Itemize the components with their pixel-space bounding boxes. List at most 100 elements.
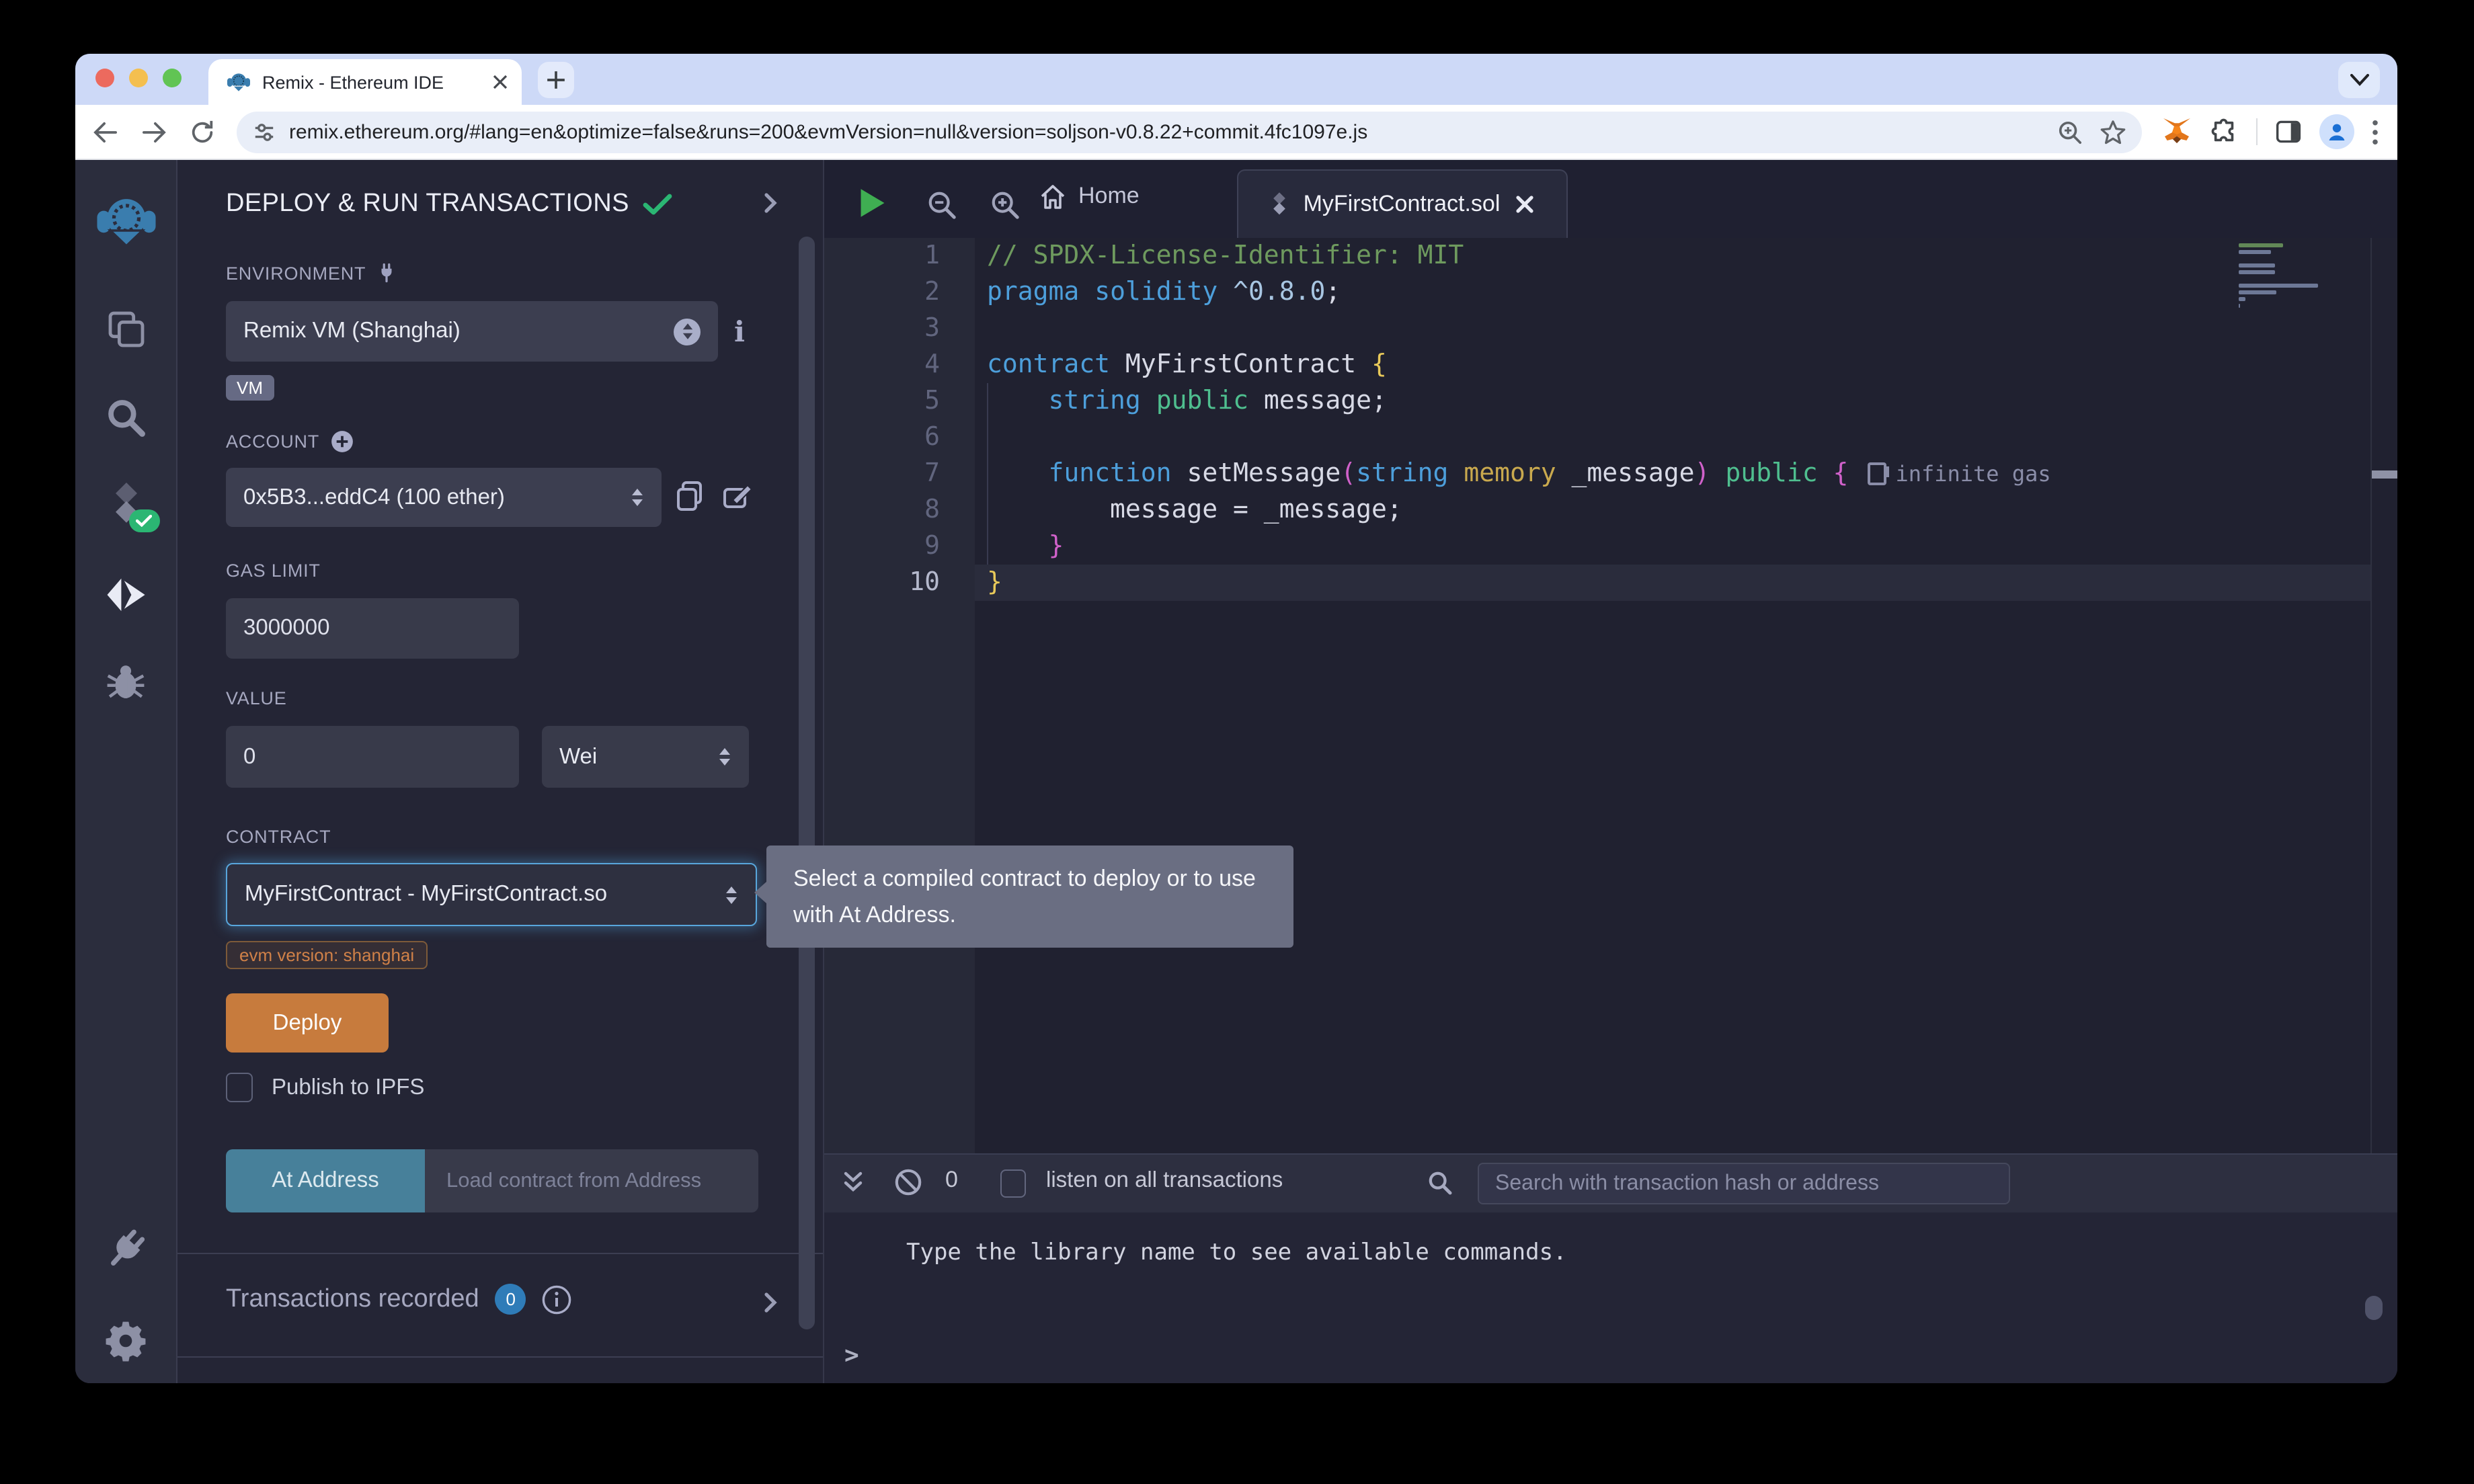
code-editor[interactable]: 1// SPDX-License-Identifier: MIT2pragma … (824, 238, 2397, 1153)
solidity-file-icon (1271, 192, 1289, 216)
deploy-and-run-icon[interactable] (95, 563, 157, 625)
terminal-message: Type the library name to see available c… (906, 1239, 1567, 1266)
deploy-button[interactable]: Deploy (226, 993, 389, 1053)
publish-ipfs-checkbox[interactable] (226, 1073, 253, 1102)
gas-limit-input[interactable] (226, 598, 519, 659)
address-bar[interactable]: remix.ethereum.org/#lang=en&optimize=fal… (237, 111, 2142, 153)
tab-home[interactable]: Home (1039, 183, 1140, 210)
code-text: // SPDX-License-Identifier: MIT (975, 238, 2370, 274)
close-window-button[interactable] (95, 69, 114, 87)
code-text: contract MyFirstContract { (975, 347, 2370, 383)
settings-gear-icon[interactable] (95, 1309, 157, 1371)
publish-row: Publish to IPFS (226, 1073, 424, 1102)
line-number: 6 (824, 419, 975, 456)
code-line[interactable]: 1// SPDX-License-Identifier: MIT (824, 238, 2370, 274)
code-text: string public message; (975, 383, 2370, 419)
zoom-window-button[interactable] (163, 69, 182, 87)
url-text: remix.ethereum.org/#lang=en&optimize=fal… (289, 120, 2046, 143)
close-tab-icon[interactable] (492, 74, 508, 90)
run-script-button[interactable] (858, 187, 887, 219)
line-number: 5 (824, 383, 975, 419)
close-tab-icon[interactable] (1515, 195, 1533, 214)
side-panel-icon[interactable] (2275, 118, 2302, 145)
code-line[interactable]: 9 } (824, 528, 2370, 565)
environment-info-icon[interactable]: i (734, 315, 745, 348)
code-text: } (975, 528, 2370, 565)
debugger-icon[interactable] (95, 651, 157, 712)
info-icon[interactable] (543, 1284, 572, 1314)
terminal-scrollbar[interactable] (2365, 1296, 2383, 1320)
site-settings-icon[interactable] (253, 120, 276, 143)
panel-divider (177, 1356, 823, 1358)
transactions-expand-chevron[interactable] (764, 1292, 777, 1313)
value-unit-select[interactable]: Wei (542, 726, 749, 788)
editor-scrollbar-marker[interactable] (2372, 470, 2397, 479)
value-input[interactable] (226, 726, 519, 788)
metamask-icon[interactable] (2161, 117, 2193, 147)
terminal-search-input[interactable] (1478, 1163, 2010, 1204)
transactions-recorded-label: Transactions recorded (226, 1284, 479, 1314)
zoom-out-icon[interactable] (926, 190, 957, 220)
profile-avatar[interactable] (2319, 114, 2354, 149)
gas-pump-icon (1867, 462, 1886, 485)
tab-search-button[interactable] (2338, 62, 2380, 98)
code-line[interactable]: 5 string public message; (824, 383, 2370, 419)
minimize-window-button[interactable] (129, 69, 148, 87)
zoom-in-icon[interactable] (990, 190, 1021, 220)
terminal-output[interactable]: Type the library name to see available c… (824, 1212, 2397, 1383)
code-line[interactable]: 4contract MyFirstContract { (824, 347, 2370, 383)
collapse-panel-chevron[interactable] (764, 192, 777, 214)
code-line[interactable]: 8 message = _message; (824, 492, 2370, 528)
contract-label: CONTRACT (226, 827, 331, 847)
solidity-compiler-icon[interactable] (95, 473, 157, 535)
at-address-input[interactable] (425, 1149, 758, 1212)
copy-account-icon[interactable] (675, 480, 705, 512)
search-icon[interactable] (95, 386, 157, 448)
tab-myfirstcontract[interactable]: MyFirstContract.sol (1237, 169, 1568, 238)
edit-account-icon[interactable] (722, 481, 754, 512)
browser-tab[interactable]: Remix - Ethereum IDE (208, 59, 522, 105)
add-account-icon[interactable] (330, 430, 353, 453)
editor-tab-bar: Home MyFirstContract.sol (824, 160, 2397, 238)
code-line[interactable]: 6 (824, 419, 2370, 456)
bookmark-star-icon[interactable] (2100, 119, 2126, 145)
plugin-manager-icon[interactable] (95, 1218, 157, 1280)
contract-select[interactable]: MyFirstContract - MyFirstContract.so (226, 863, 757, 926)
line-number: 1 (824, 238, 975, 274)
reload-button[interactable] (186, 116, 218, 148)
evm-version-badge: evm version: shanghai (226, 941, 428, 969)
panel-scrollbar[interactable] (799, 237, 815, 1329)
code-line[interactable]: 3 (824, 311, 2370, 347)
code-line[interactable]: 2pragma solidity ^0.8.0; (824, 274, 2370, 311)
line-number: 10 (824, 565, 975, 601)
forward-button[interactable] (137, 116, 169, 148)
at-address-button[interactable]: At Address (226, 1149, 425, 1212)
browser-menu-icon[interactable] (2372, 119, 2379, 145)
back-button[interactable] (89, 116, 121, 148)
terminal-toolbar: 0 listen on all transactions (824, 1155, 2397, 1212)
environment-label: ENVIRONMENT (226, 262, 397, 284)
code-lines: 1// SPDX-License-Identifier: MIT2pragma … (824, 238, 2370, 601)
extension-icons (2142, 114, 2397, 149)
extensions-puzzle-icon[interactable] (2210, 118, 2239, 146)
file-explorer-icon[interactable] (95, 298, 157, 360)
deploy-run-panel: DEPLOY & RUN TRANSACTIONS ENVIRONMENT Re… (177, 160, 824, 1383)
pending-tx-count: 0 (945, 1167, 958, 1194)
clear-terminal-icon[interactable] (894, 1168, 922, 1196)
code-line[interactable]: 7 function setMessage(string memory _mes… (824, 456, 2370, 492)
at-address-row: At Address (226, 1149, 758, 1212)
panel-title: DEPLOY & RUN TRANSACTIONS (226, 190, 629, 219)
listen-transactions-label: listen on all transactions (1046, 1168, 1283, 1194)
account-select[interactable]: 0x5B3...eddC4 (100 ether) (226, 468, 662, 527)
environment-select[interactable]: Remix VM (Shanghai) (226, 301, 718, 362)
new-tab-button[interactable] (538, 62, 574, 98)
line-number: 9 (824, 528, 975, 565)
line-number: 3 (824, 311, 975, 347)
code-line[interactable]: 10} (824, 565, 2370, 601)
expand-terminal-icon[interactable] (843, 1171, 863, 1195)
code-text: function setMessage(string memory _messa… (975, 456, 2370, 492)
zoom-page-button[interactable] (2057, 119, 2083, 145)
remix-logo (95, 191, 157, 253)
listen-transactions-checkbox[interactable] (1000, 1169, 1026, 1198)
select-arrows-icon (718, 747, 731, 766)
